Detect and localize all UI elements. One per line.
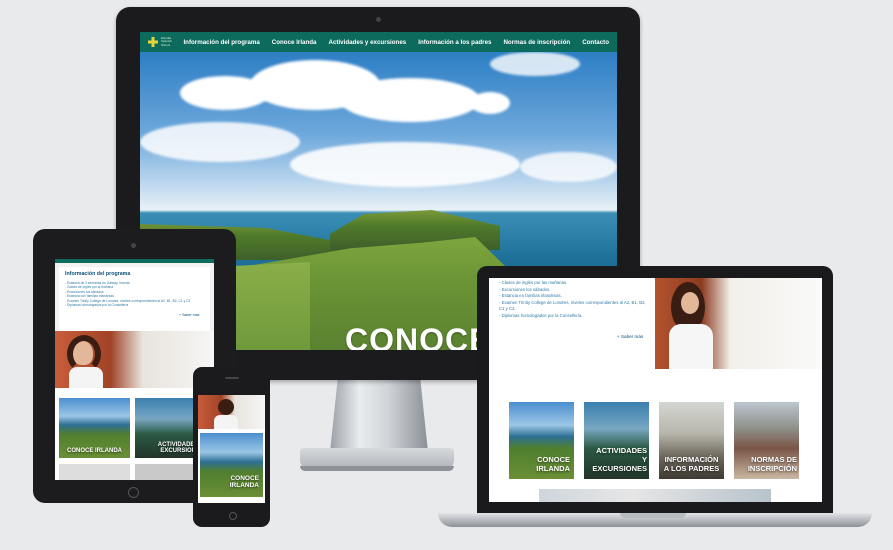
speaker-slot (225, 377, 239, 379)
whiteboard-shape (735, 288, 815, 358)
nav-item-irlanda[interactable]: Conoce Irlanda (272, 39, 317, 46)
hair-shape (218, 399, 234, 415)
phone-device: CONOCE IRLANDA (193, 367, 270, 527)
logo-text: Estudia Spanish School (161, 35, 172, 47)
tile-conoce-irlanda[interactable]: CONOCE IRLANDA (200, 433, 263, 497)
list-item: - Examen Trinity College de Londres, niv… (499, 299, 646, 312)
tile-label: CONOCE IRLANDA (536, 455, 570, 473)
tiles-section: CONOCE IRLANDA (198, 429, 265, 503)
student-photo (655, 278, 822, 369)
tile-label: NORMAS DE INSCRIPCIÓN (747, 455, 797, 473)
tile-label: CONOCE IRLANDA (229, 475, 259, 489)
student-photo (55, 331, 214, 388)
tile-label: INFORMACIÓN A LOS PADRES (663, 455, 720, 473)
program-list: - Clases de inglés por las mañanas. - Ex… (499, 280, 651, 319)
camera-dot (131, 243, 136, 248)
nav-item-padres[interactable]: Información a los padres (418, 39, 491, 46)
nav-item-normas[interactable]: Normas de inscripción (503, 39, 570, 46)
tile-partial (59, 464, 130, 480)
laptop-device: - Clases de inglés por las mañanas. - Ex… (477, 266, 833, 513)
student-photo (198, 395, 265, 429)
cloud-shape (290, 142, 520, 187)
tile-actividades[interactable]: ACTIVIDADES Y EXCURSIONES (584, 402, 649, 479)
tiles-section: CONOCE IRLANDA ACTIVIDADES Y EXCURSIONES (55, 388, 214, 480)
monitor-stand-edge (300, 466, 454, 471)
more-link[interactable]: + Saber más (179, 313, 199, 317)
program-panel: - Clases de inglés por las mañanas. - Ex… (489, 278, 659, 368)
tile-conoce-irlanda[interactable]: CONOCE IRLANDA (59, 398, 130, 458)
tiles-section: CONOCE IRLANDA ACTIVIDADES Y EXCURSIONES… (489, 369, 822, 502)
cloud-shape (340, 78, 480, 122)
tile-label: CONOCE IRLANDA (67, 448, 122, 454)
tablet-screen: Información del programa - Estancia de 3… (55, 259, 214, 480)
nav-item-programa[interactable]: Información del programa (183, 39, 259, 46)
tile-conoce-irlanda[interactable]: CONOCE IRLANDA (509, 402, 574, 479)
camera-dot (376, 17, 381, 22)
site-navbar: Estudia Spanish School Información del p… (140, 32, 617, 52)
nav-menu: Información del programa Conoce Irlanda … (183, 39, 609, 46)
laptop-notch (620, 513, 686, 518)
shirt-shape (214, 415, 238, 429)
tile-normas-inscripcion[interactable]: NORMAS DE INSCRIPCIÓN (734, 402, 799, 479)
cloud-shape (470, 92, 510, 114)
cloud-shape (140, 122, 300, 162)
panel-title: Información del programa (65, 271, 131, 277)
program-list: - Estancia de 3 semanas en Galway, Irlan… (65, 281, 205, 307)
tablet-navbar (55, 259, 214, 263)
laptop-screen: - Clases de inglés por las mañanas. - Ex… (489, 278, 822, 502)
face-shape (681, 292, 699, 314)
more-link[interactable]: + Saber más (617, 334, 643, 339)
cloud-shape (490, 52, 580, 76)
tile-informacion-padres[interactable]: INFORMACIÓN A LOS PADRES (659, 402, 724, 479)
partial-banner (539, 489, 771, 502)
tablet-home-button (128, 487, 139, 498)
shirt-shape (669, 324, 713, 369)
cloud-shape (520, 152, 617, 182)
phone-home-button (229, 512, 237, 520)
monitor-stand-neck (330, 378, 428, 452)
phone-screen: CONOCE IRLANDA (198, 395, 265, 503)
shirt-shape (69, 367, 103, 388)
program-panel: Información del programa - Estancia de 3… (59, 267, 210, 331)
list-item: - Diplomas homologados por la Consellerí… (65, 303, 129, 308)
nav-item-actividades[interactable]: Actividades y excursiones (328, 39, 406, 46)
list-item: - Diplomas homologados por la Consellerí… (499, 312, 583, 318)
nav-item-contacto[interactable]: Contacto (582, 39, 609, 46)
clover-logo-icon[interactable] (148, 37, 158, 47)
tile-label: ACTIVIDADES Y EXCURSIONES (592, 446, 647, 473)
